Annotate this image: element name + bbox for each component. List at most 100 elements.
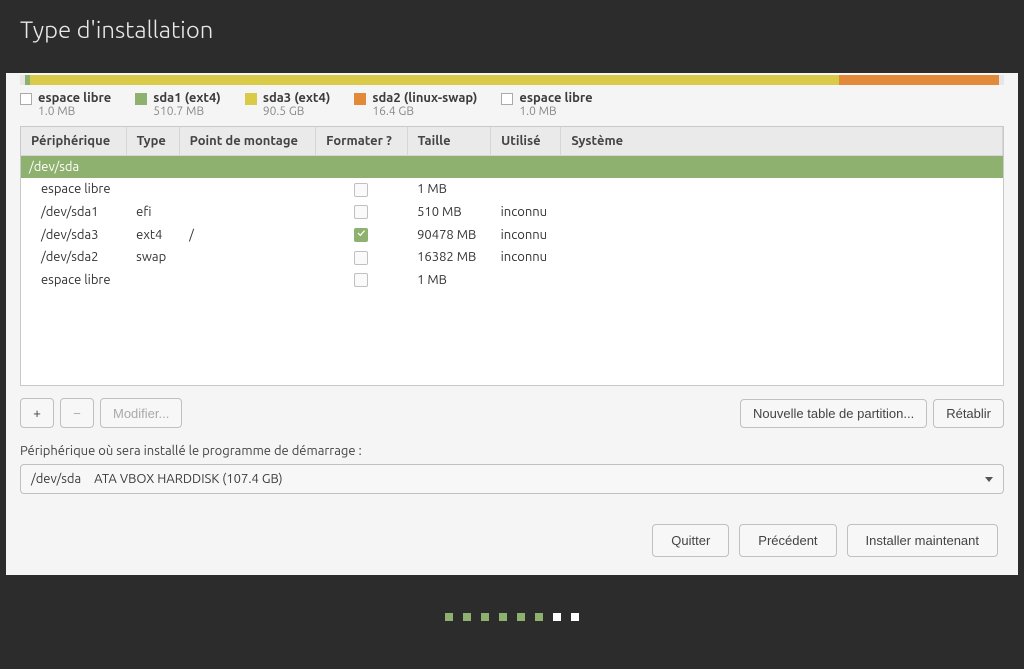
col-type[interactable]: Type <box>126 127 179 156</box>
legend-item: sda2 (linux-swap)16.4 GB <box>354 91 477 118</box>
cell-system <box>561 178 1003 201</box>
cell-mount <box>179 269 316 292</box>
legend-label: espace libre <box>519 91 592 105</box>
partition-bar <box>20 73 1004 85</box>
cell-device: /dev/sda3 <box>21 223 126 246</box>
col-device[interactable]: Périphérique <box>21 127 126 156</box>
back-button[interactable]: Précédent <box>739 524 836 557</box>
progress-indicator <box>0 575 1024 659</box>
legend-swatch-icon <box>135 93 147 105</box>
format-checkbox[interactable] <box>354 183 368 197</box>
partition-segment-sda3 <box>30 75 839 85</box>
partition-legend: espace libre1.0 MBsda1 (ext4)510.7 MBsda… <box>6 85 1018 126</box>
device-header-row[interactable]: /dev/sda <box>21 156 1003 179</box>
cell-type <box>126 269 179 292</box>
legend-size: 510.7 MB <box>153 105 221 118</box>
legend-swatch-icon <box>354 93 366 105</box>
progress-dot <box>463 613 471 621</box>
cell-size: 90478 MB <box>407 223 491 246</box>
table-row[interactable]: /dev/sda3ext4/ 90478 MBinconnu <box>21 223 1003 246</box>
format-checkbox[interactable] <box>354 251 368 265</box>
cell-mount <box>179 201 316 224</box>
legend-item: sda3 (ext4)90.5 GB <box>245 91 331 118</box>
format-checkbox[interactable] <box>354 228 368 242</box>
format-checkbox[interactable] <box>354 273 368 287</box>
new-partition-table-button[interactable]: Nouvelle table de partition... <box>740 399 927 428</box>
progress-dot <box>553 613 561 621</box>
progress-dot <box>481 613 489 621</box>
boot-device-value: /dev/sda ATA VBOX HARDDISK (107.4 GB) <box>31 472 283 486</box>
legend-size: 16.4 GB <box>372 105 477 118</box>
cell-device: espace libre <box>21 178 126 201</box>
legend-label: espace libre <box>38 91 111 105</box>
progress-dot <box>517 613 525 621</box>
cell-system <box>561 223 1003 246</box>
partition-segment-sda2 <box>839 75 999 85</box>
cell-mount: / <box>179 223 316 246</box>
col-used[interactable]: Utilisé <box>491 127 561 156</box>
cell-type: ext4 <box>126 223 179 246</box>
col-format[interactable]: Formater ? <box>316 127 407 156</box>
revert-button[interactable]: Rétablir <box>933 399 1004 428</box>
legend-size: 1.0 MB <box>38 105 111 118</box>
add-partition-button[interactable]: + <box>20 398 54 428</box>
cell-size: 510 MB <box>407 201 491 224</box>
legend-label: sda2 (linux-swap) <box>372 91 477 105</box>
cell-used <box>491 269 561 292</box>
legend-size: 90.5 GB <box>263 105 331 118</box>
boot-device-select[interactable]: /dev/sda ATA VBOX HARDDISK (107.4 GB) <box>20 464 1004 494</box>
legend-item: espace libre1.0 MB <box>501 91 592 118</box>
partition-table-wrap: Périphérique Type Point de montage Forma… <box>20 126 1004 386</box>
format-checkbox[interactable] <box>354 205 368 219</box>
legend-label: sda3 (ext4) <box>263 91 331 105</box>
progress-dot <box>499 613 507 621</box>
progress-dot <box>445 613 453 621</box>
remove-partition-button[interactable]: − <box>60 398 94 428</box>
boot-device-label: Périphérique où sera installé le program… <box>6 440 1018 464</box>
col-mount[interactable]: Point de montage <box>179 127 316 156</box>
cell-system <box>561 246 1003 269</box>
cell-system <box>561 201 1003 224</box>
cell-device: espace libre <box>21 269 126 292</box>
legend-label: sda1 (ext4) <box>153 91 221 105</box>
device-header-label: /dev/sda <box>21 156 1003 179</box>
cell-size: 1 MB <box>407 269 491 292</box>
cell-used: inconnu <box>491 223 561 246</box>
cell-type: efi <box>126 201 179 224</box>
window-header: Type d'installation <box>0 0 1024 73</box>
table-row[interactable]: /dev/sda2swap 16382 MBinconnu <box>21 246 1003 269</box>
cell-system <box>561 269 1003 292</box>
partition-table: Périphérique Type Point de montage Forma… <box>21 127 1003 291</box>
legend-swatch-icon <box>245 93 257 105</box>
table-row[interactable]: /dev/sda1efi510 MBinconnu <box>21 201 1003 224</box>
cell-size: 16382 MB <box>407 246 491 269</box>
quit-button[interactable]: Quitter <box>652 524 729 557</box>
table-row[interactable]: espace libre 1 MB <box>21 178 1003 201</box>
cell-used: inconnu <box>491 201 561 224</box>
legend-item: sda1 (ext4)510.7 MB <box>135 91 221 118</box>
cell-size: 1 MB <box>407 178 491 201</box>
main-panel: espace libre1.0 MBsda1 (ext4)510.7 MBsda… <box>6 73 1018 575</box>
footer-buttons: Quitter Précédent Installer maintenant <box>6 508 1018 575</box>
chevron-down-icon <box>985 477 993 482</box>
progress-dot <box>571 613 579 621</box>
cell-mount <box>179 246 316 269</box>
modify-partition-button[interactable]: Modifier... <box>100 398 182 428</box>
progress-dot <box>535 613 543 621</box>
legend-swatch-icon <box>501 93 513 105</box>
cell-mount <box>179 178 316 201</box>
cell-device: /dev/sda2 <box>21 246 126 269</box>
install-now-button[interactable]: Installer maintenant <box>847 524 998 557</box>
legend-item: espace libre1.0 MB <box>20 91 111 118</box>
col-size[interactable]: Taille <box>407 127 491 156</box>
col-system[interactable]: Système <box>561 127 1003 156</box>
partition-segment-free2 <box>999 75 1004 85</box>
cell-used <box>491 178 561 201</box>
partition-toolbar: + − Modifier... Nouvelle table de partit… <box>6 386 1018 440</box>
cell-type: swap <box>126 246 179 269</box>
legend-size: 1.0 MB <box>519 105 592 118</box>
cell-type <box>126 178 179 201</box>
table-row[interactable]: espace libre 1 MB <box>21 269 1003 292</box>
cell-used: inconnu <box>491 246 561 269</box>
page-title: Type d'installation <box>20 16 1004 43</box>
